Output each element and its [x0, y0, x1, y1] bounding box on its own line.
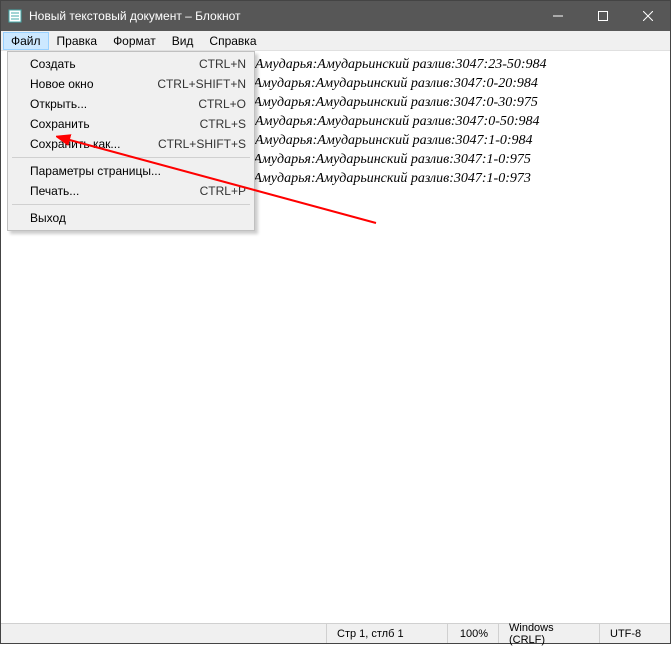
window-controls: [535, 1, 670, 31]
menu-item-exit[interactable]: Выход: [10, 208, 252, 228]
notepad-icon: [7, 8, 23, 24]
file-menu-dropdown: Создать CTRL+N Новое окно CTRL+SHIFT+N О…: [7, 51, 255, 231]
window-title: Новый текстовый документ – Блокнот: [29, 9, 535, 23]
menu-item-label: Выход: [30, 211, 246, 225]
menu-item-label: Сохранить: [30, 117, 200, 131]
menu-item-label: Параметры страницы...: [30, 164, 246, 178]
status-line-ending: Windows (CRLF): [499, 622, 599, 646]
menu-format[interactable]: Формат: [105, 32, 164, 50]
menu-separator: [12, 204, 250, 205]
menu-item-label: Печать...: [30, 184, 200, 198]
status-zoom: 100%: [448, 628, 498, 640]
menu-item-label: Открыть...: [30, 97, 198, 111]
menu-item-page-setup[interactable]: Параметры страницы...: [10, 161, 252, 181]
menubar: Файл Правка Формат Вид Справка: [1, 31, 670, 51]
statusbar: Стр 1, стлб 1 100% Windows (CRLF) UTF-8: [1, 623, 670, 643]
menu-item-new[interactable]: Создать CTRL+N: [10, 54, 252, 74]
menu-item-label: Новое окно: [30, 77, 157, 91]
menu-item-save-as[interactable]: Сохранить как... CTRL+SHIFT+S: [10, 134, 252, 154]
menu-item-shortcut: CTRL+SHIFT+S: [158, 137, 246, 151]
status-encoding: UTF-8: [600, 628, 670, 640]
menu-item-shortcut: CTRL+N: [199, 57, 246, 71]
menu-separator: [12, 157, 250, 158]
titlebar: Новый текстовый документ – Блокнот: [1, 1, 670, 31]
menu-item-shortcut: CTRL+P: [200, 184, 246, 198]
menu-file[interactable]: Файл: [3, 32, 49, 50]
menu-item-shortcut: CTRL+S: [200, 117, 246, 131]
maximize-button[interactable]: [580, 1, 625, 31]
status-position: Стр 1, стлб 1: [327, 628, 447, 640]
close-button[interactable]: [625, 1, 670, 31]
menu-item-print[interactable]: Печать... CTRL+P: [10, 181, 252, 201]
menu-item-new-window[interactable]: Новое окно CTRL+SHIFT+N: [10, 74, 252, 94]
menu-item-save[interactable]: Сохранить CTRL+S: [10, 114, 252, 134]
menu-item-label: Сохранить как...: [30, 137, 158, 151]
menu-item-label: Создать: [30, 57, 199, 71]
minimize-button[interactable]: [535, 1, 580, 31]
menu-item-open[interactable]: Открыть... CTRL+O: [10, 94, 252, 114]
menu-edit[interactable]: Правка: [49, 32, 106, 50]
menu-view[interactable]: Вид: [164, 32, 202, 50]
menu-item-shortcut: CTRL+O: [198, 97, 246, 111]
menu-item-shortcut: CTRL+SHIFT+N: [157, 77, 246, 91]
menu-help[interactable]: Справка: [201, 32, 264, 50]
